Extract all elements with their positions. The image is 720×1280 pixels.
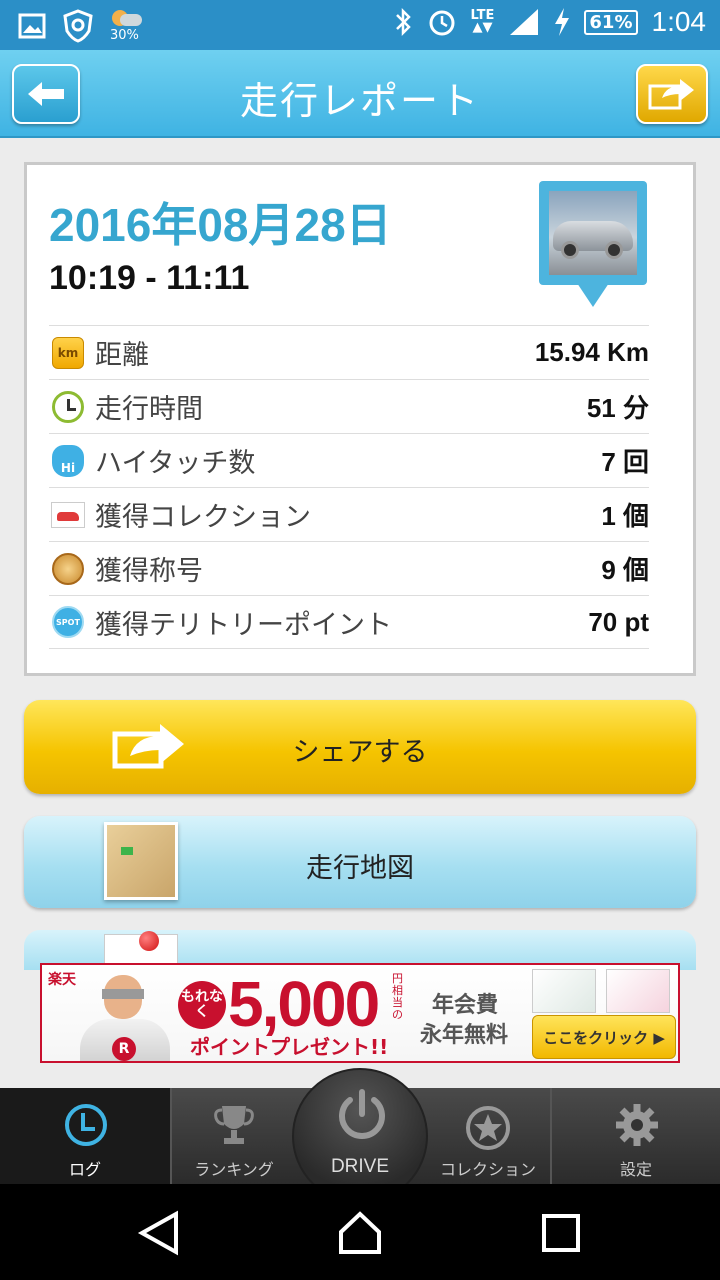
collection-car-icon bbox=[51, 501, 85, 528]
battery-indicator: 61% bbox=[584, 9, 638, 35]
weather-icon: 30% bbox=[110, 8, 150, 44]
spot-icon: SPOT bbox=[52, 606, 84, 638]
stat-value: 15.94 Km bbox=[534, 337, 649, 367]
stat-value: 1 個 bbox=[601, 501, 649, 531]
ad-fee-line2: 永年無料 bbox=[420, 1023, 509, 1048]
title-bar: 走行レポート bbox=[0, 50, 720, 138]
tab-log[interactable]: ログ bbox=[0, 1088, 170, 1184]
status-bar: 30% LTE ▲▼ 61% 1:04 bbox=[0, 0, 720, 50]
star-circle-icon bbox=[466, 1106, 510, 1150]
high-touch-icon: Hi bbox=[52, 444, 84, 477]
log-clock-icon bbox=[65, 1104, 107, 1146]
back-triangle-icon[interactable] bbox=[136, 1210, 182, 1256]
bluetooth-icon bbox=[395, 7, 411, 37]
report-time-range: 10:19 - 11:11 bbox=[49, 259, 250, 297]
signal-icon bbox=[510, 9, 539, 35]
stat-value: 9 個 bbox=[601, 555, 649, 585]
medal-icon bbox=[52, 552, 84, 585]
ad-banner[interactable]: 楽天 R もれなく 5,000 円相当の ポイントプレゼント!! 年会費 永年無… bbox=[40, 963, 680, 1063]
report-card: 2016年08月28日 10:19 - 11:11 km 距離 15.94 Km… bbox=[24, 162, 696, 676]
km-icon: km bbox=[52, 336, 84, 369]
drive-map-button-label: 走行地図 bbox=[306, 853, 414, 884]
share-arrow-icon bbox=[648, 79, 694, 110]
share-button[interactable]: シェアする bbox=[24, 700, 696, 794]
tab-settings-label: 設定 bbox=[619, 1160, 652, 1179]
tab-collection[interactable]: コレクション bbox=[426, 1088, 550, 1184]
ad-mascot: R bbox=[72, 975, 182, 1061]
clock: 1:04 bbox=[651, 6, 707, 37]
stat-row-titles: 獲得称号 9 個 bbox=[49, 541, 649, 595]
trophy-icon bbox=[214, 1106, 254, 1144]
stats-list: km 距離 15.94 Km 走行時間 51 分 Hi ハイタッチ数 7 回 獲… bbox=[49, 325, 649, 649]
stat-row-high-touch: Hi ハイタッチ数 7 回 bbox=[49, 433, 649, 487]
ad-subtitle: ポイントプレゼント!! bbox=[190, 1035, 389, 1059]
drive-map-button[interactable]: 走行地図 bbox=[24, 816, 696, 908]
share-button-label: シェアする bbox=[292, 737, 428, 768]
shield-notification-icon bbox=[63, 9, 93, 43]
stat-label: 獲得コレクション bbox=[95, 502, 311, 533]
ad-credit-cards bbox=[530, 967, 678, 1013]
drive-label: DRIVE bbox=[330, 1156, 390, 1177]
stat-value: 7 回 bbox=[601, 447, 649, 477]
tab-log-label: ログ bbox=[68, 1160, 101, 1179]
stat-row-territory: SPOT 獲得テリトリーポイント 70 pt bbox=[49, 595, 649, 649]
stat-label: 走行時間 bbox=[95, 394, 203, 425]
system-nav-bar bbox=[0, 1184, 720, 1280]
stat-row-drive-time: 走行時間 51 分 bbox=[49, 379, 649, 433]
weather-percent: 30% bbox=[110, 28, 139, 43]
ad-fee-line1: 年会費 bbox=[432, 993, 499, 1018]
tab-collection-label: コレクション bbox=[439, 1160, 536, 1179]
stat-label: ハイタッチ数 bbox=[95, 448, 256, 479]
stat-label: 獲得称号 bbox=[95, 556, 203, 587]
clock-icon bbox=[52, 390, 84, 423]
tab-ranking[interactable]: ランキング bbox=[172, 1088, 296, 1184]
status-left-icons: 30% bbox=[18, 8, 150, 44]
car-photo-pin[interactable] bbox=[539, 181, 647, 313]
stat-row-collection: 獲得コレクション 1 個 bbox=[49, 487, 649, 541]
ad-badge: もれなく bbox=[178, 981, 226, 1029]
gear-icon bbox=[616, 1104, 658, 1146]
network-type: LTE ▲▼ bbox=[470, 8, 495, 35]
recents-square-icon[interactable] bbox=[538, 1210, 584, 1256]
ad-cta-button[interactable]: ここをクリック ▶ bbox=[532, 1015, 676, 1059]
power-icon bbox=[339, 1089, 385, 1139]
alarm-icon bbox=[429, 10, 455, 36]
charging-icon bbox=[555, 8, 570, 36]
tab-ranking-label: ランキング bbox=[194, 1160, 274, 1179]
status-right-icons: LTE ▲▼ 61% 1:04 bbox=[393, 6, 706, 38]
gallery-notification-icon bbox=[18, 13, 46, 39]
stat-label: 獲得テリトリーポイント bbox=[95, 609, 392, 641]
header-share-button[interactable] bbox=[636, 64, 708, 124]
stat-row-distance: km 距離 15.94 Km bbox=[49, 325, 649, 379]
tab-settings[interactable]: 設定 bbox=[552, 1088, 720, 1184]
report-date: 2016年08月28日 bbox=[49, 199, 392, 251]
stat-label: 距離 bbox=[95, 340, 149, 371]
ad-amount: 5,000 bbox=[228, 968, 380, 1040]
ad-unit: 円相当の bbox=[392, 972, 403, 1021]
stat-value: 70 pt bbox=[588, 606, 649, 637]
stat-value: 51 分 bbox=[586, 393, 649, 423]
page-title: 走行レポート bbox=[239, 79, 480, 123]
home-icon[interactable] bbox=[337, 1210, 383, 1256]
